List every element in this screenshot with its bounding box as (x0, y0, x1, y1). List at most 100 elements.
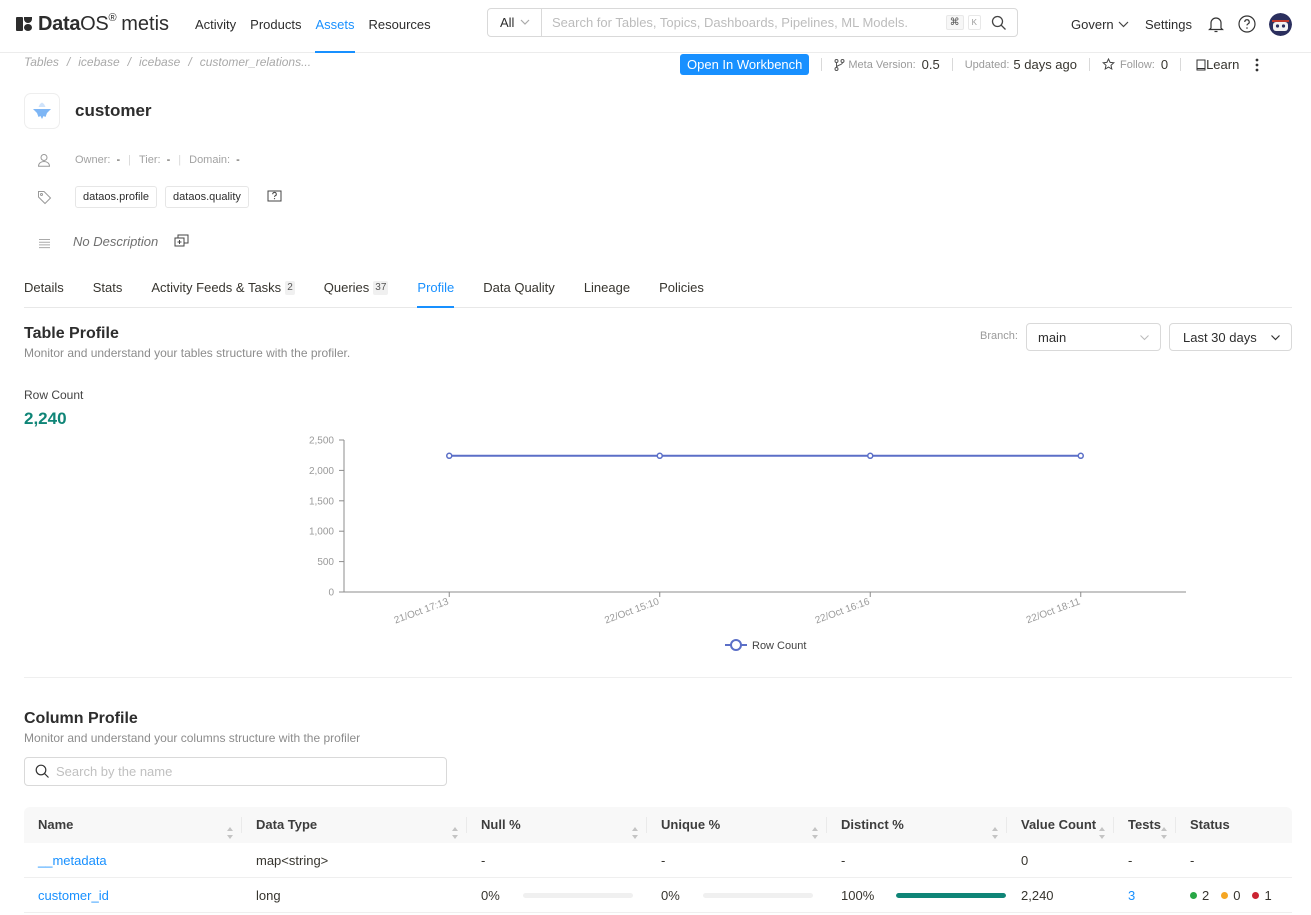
more-options-icon[interactable] (1255, 58, 1259, 72)
govern-menu[interactable]: Govern (1071, 0, 1129, 49)
date-range-select[interactable]: Last 30 days (1169, 323, 1292, 351)
tab-data-quality[interactable]: Data Quality (483, 270, 555, 308)
y-tick-label: 0 (328, 588, 334, 599)
sort-icon[interactable] (451, 818, 459, 839)
cell-null-pct: 0% (467, 878, 647, 913)
learn-button[interactable]: Learn (1196, 57, 1239, 72)
nav-assets[interactable]: Assets (315, 0, 355, 53)
legend-marker-icon (730, 639, 742, 651)
branch-icon (834, 58, 845, 71)
column-header-tests[interactable]: Tests (1114, 807, 1176, 843)
avatar[interactable] (1269, 13, 1292, 36)
tag-chip[interactable]: dataos.profile (75, 186, 158, 208)
breadcrumb-item[interactable]: Tables (24, 55, 59, 69)
status-success: 2 (1190, 879, 1209, 913)
entity-actions: Open In Workbench Meta Version: 0.5 Upda… (680, 54, 1259, 75)
tab-details[interactable]: Details (24, 270, 64, 308)
tag-chip[interactable]: dataos.quality (165, 186, 249, 208)
column-name-link[interactable]: __metadata (38, 844, 107, 878)
column-search (24, 757, 447, 786)
sort-icon[interactable] (1160, 818, 1168, 839)
cell-status: 2 0 1 (1176, 878, 1292, 913)
column-header-label: Distinct % (841, 817, 904, 832)
column-header-label: Unique % (661, 817, 721, 832)
status-failed-count: 1 (1264, 887, 1272, 903)
tier-value[interactable]: - (167, 154, 171, 166)
search-icon[interactable] (985, 15, 1013, 31)
meta-version-value[interactable]: 0.5 (922, 57, 940, 72)
status-value: - (1190, 852, 1195, 868)
y-tick-label: 2,500 (309, 436, 334, 447)
entity-title: customer (75, 101, 152, 120)
x-tick-label: 22/Oct 16:16 (814, 596, 872, 626)
column-header-value-count[interactable]: Value Count (1007, 807, 1114, 843)
progress-bar-fill (896, 893, 1007, 898)
status-success-dot-icon (1190, 892, 1197, 899)
request-tag-icon[interactable] (267, 190, 282, 204)
sort-icon[interactable] (991, 818, 999, 839)
tab-policies[interactable]: Policies (659, 270, 704, 308)
cell-unique-pct: - (647, 843, 827, 878)
table-row: customer_id long 0% 0% 100% 2,240 3 2 0 1 (24, 878, 1292, 913)
updated-value: 5 days ago (1013, 57, 1077, 72)
settings-link[interactable]: Settings (1145, 0, 1192, 49)
nav-resources[interactable]: Resources (369, 0, 431, 53)
tab-activity-feeds[interactable]: Activity Feeds & Tasks 2 (151, 270, 295, 308)
column-header-unique-pct[interactable]: Unique % (647, 807, 827, 843)
data-point (867, 452, 874, 460)
star-icon[interactable] (1102, 58, 1115, 71)
row-count-chart: 0 500 1,000 1,500 2,000 2,500 21/Oct 17:13 22/… (309, 436, 1186, 652)
series-row-count (446, 452, 1084, 460)
dataos-logo[interactable]: DataOS® metis (16, 12, 169, 36)
follow-label: Follow: (1120, 58, 1155, 71)
progress-bar (896, 893, 1007, 898)
nav-activity[interactable]: Activity (195, 0, 236, 53)
open-in-workbench-button[interactable]: Open In Workbench (680, 54, 810, 75)
description-icon (36, 235, 52, 251)
follow-count: 0 (1160, 57, 1169, 72)
column-header-distinct-pct[interactable]: Distinct % (827, 807, 1007, 843)
tab-lineage[interactable]: Lineage (584, 270, 630, 308)
row-count-value: 2,240 (24, 409, 67, 428)
top-navigation: DataOS® metis Activity Products Assets R… (0, 0, 1311, 53)
branch-value: main (1038, 329, 1067, 345)
sort-icon[interactable] (811, 818, 819, 839)
main-nav: Activity Products Assets Resources (195, 0, 445, 53)
nav-products[interactable]: Products (250, 0, 301, 53)
table-body: __metadata map<string> - - - 0 - - customer_id lo… (24, 843, 1292, 913)
value-count: 2,240 (1021, 887, 1054, 903)
domain-value[interactable]: - (236, 154, 240, 166)
help-icon[interactable] (1237, 14, 1257, 34)
value-count: 0 (1021, 852, 1029, 868)
column-header-label: Name (38, 817, 74, 832)
table-entity-icon (24, 93, 60, 129)
search-scope-select[interactable]: All (488, 9, 542, 36)
tier-label: Tier: (139, 154, 161, 166)
column-name-link[interactable]: customer_id (38, 879, 109, 913)
branch-select[interactable]: main (1026, 323, 1161, 351)
column-header-null-pct[interactable]: Null % (467, 807, 647, 843)
owner-value[interactable]: - (116, 154, 120, 166)
y-tick-label: 500 (317, 557, 334, 568)
tests-count[interactable]: 3 (1128, 879, 1135, 913)
tab-stats[interactable]: Stats (93, 270, 123, 308)
breadcrumb-item[interactable]: icebase (78, 55, 119, 69)
tab-profile[interactable]: Profile (417, 270, 455, 308)
sort-icon[interactable] (1098, 818, 1106, 839)
sort-icon[interactable] (226, 818, 234, 839)
chevron-down-icon (1139, 331, 1150, 346)
sort-icon[interactable] (631, 818, 639, 839)
column-search-input[interactable] (56, 764, 446, 779)
breadcrumb-item[interactable]: icebase (139, 55, 180, 69)
cell-value-count: 0 (1007, 843, 1114, 878)
tab-queries[interactable]: Queries 37 (324, 270, 389, 308)
column-header-data-type[interactable]: Data Type (242, 807, 467, 843)
column-header-name[interactable]: Name (24, 807, 242, 843)
data-point (446, 452, 453, 460)
column-header-label: Tests (1128, 817, 1161, 832)
global-search-input[interactable] (542, 9, 946, 36)
table-header: Name Data Type Null % Unique % Distinct % Val… (24, 807, 1292, 843)
data-type-value: long (256, 887, 281, 903)
request-description-icon[interactable] (174, 234, 189, 251)
bell-icon[interactable] (1206, 14, 1226, 34)
